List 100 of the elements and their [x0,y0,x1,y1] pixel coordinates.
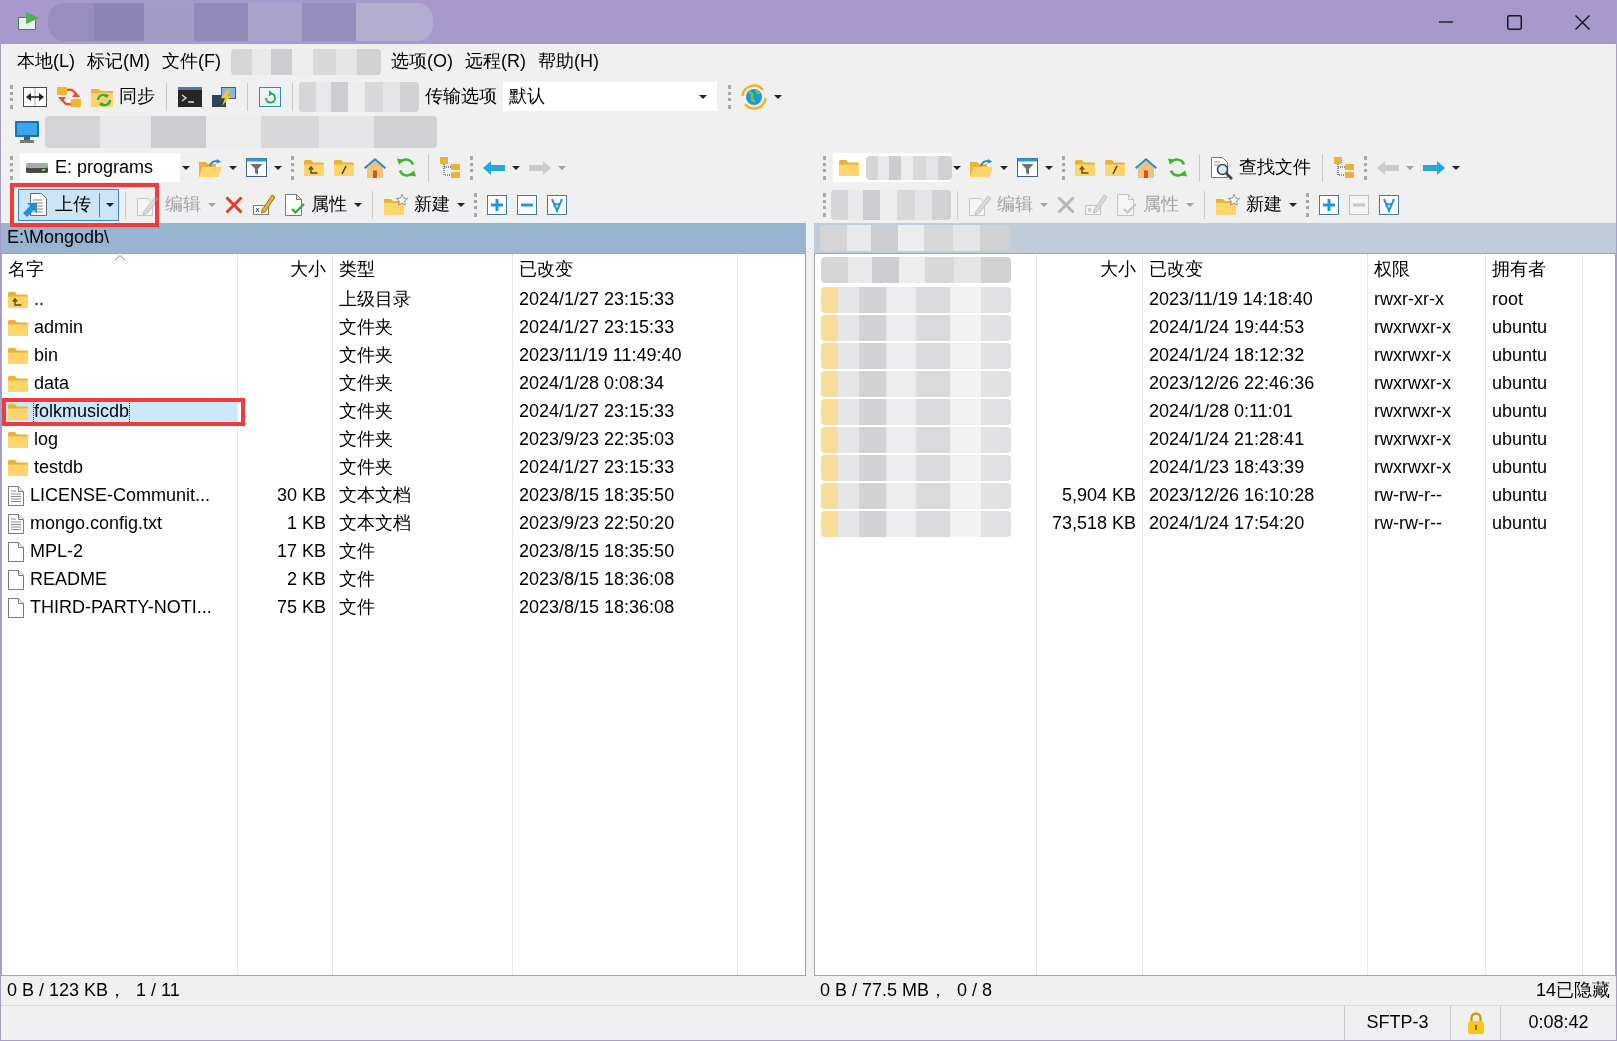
refresh-icon[interactable] [1167,157,1188,178]
path-bar[interactable]: E:\Mongodb\ [1,223,806,253]
file-list-item[interactable]: LICENSE-Communit... [2,482,237,510]
protocol-label: SFTP-3 [1344,1006,1450,1040]
terminal-icon[interactable] [178,86,202,107]
permissions: rwxrwxr-x [1373,428,1452,452]
forall-box-icon[interactable] [1379,194,1399,215]
sync-arrows-icon[interactable] [57,85,81,108]
modified-date: 2024/1/23 18:43:39 [1148,456,1306,480]
plus-box-icon[interactable] [487,194,507,215]
file-type: 文件 [338,540,376,564]
file-list-item[interactable]: bin [2,342,237,370]
menu-item[interactable]: 文件(F) [156,48,227,75]
column-header[interactable]: 大小 [1037,254,1142,286]
cross-icon[interactable] [225,195,243,214]
upload-button[interactable]: 上传 [18,188,119,221]
properties-button[interactable]: 属性 [280,189,352,220]
permissions: rwxrwxr-x [1373,372,1452,396]
drive-dropdown[interactable]: E: programs [20,153,180,182]
file-type: 文本文档 [338,484,412,508]
monitors-lightning-icon[interactable] [212,86,236,107]
monitor-icon[interactable] [15,120,39,143]
transfer-preset-dropdown[interactable]: 默认 [503,82,717,111]
pencil-field-icon[interactable] [253,194,275,215]
filter-icon[interactable] [1017,158,1038,177]
forall-box-icon[interactable] [547,194,567,215]
column-header[interactable]: 已改变 [513,254,737,286]
forward-arrow-icon[interactable] [1423,160,1445,175]
new-button[interactable]: 新建 [1211,189,1287,220]
home-icon[interactable] [1135,157,1157,178]
document-icon [8,570,24,590]
caret-icon[interactable] [774,94,782,99]
folder-icon [8,460,28,476]
menu-item[interactable]: 标记(M) [81,48,156,75]
caret-icon[interactable] [229,165,237,170]
folder-icon [8,348,28,364]
menu-item[interactable]: 帮助(H) [531,48,605,75]
modified-date: 2023/11/19 14:18:40 [1148,288,1314,312]
file-size: 17 KB [275,540,327,564]
caret-icon[interactable] [1045,165,1053,170]
caret-icon[interactable] [699,94,707,99]
file-list-item[interactable]: mongo.config.txt [2,510,237,538]
compare-arrows-icon[interactable] [23,86,47,107]
open-folder-icon[interactable] [199,158,222,177]
owner-name: ubuntu [1491,316,1549,340]
modified-date: 2024/1/28 0:08:34 [518,372,666,396]
tree-icon[interactable] [440,157,460,178]
refresh-icon[interactable] [396,157,417,178]
tree-icon[interactable] [1334,157,1354,178]
document-check-icon [285,193,305,216]
close-icon[interactable] [1574,14,1590,30]
plus-box-icon[interactable] [1319,194,1339,215]
file-list-item[interactable]: data [2,370,237,398]
root-folder-icon[interactable] [1105,159,1125,176]
column-header[interactable]: 拥有者 [1486,254,1582,286]
caret-icon[interactable] [953,165,961,170]
home-icon[interactable] [364,157,386,178]
file-list-item[interactable]: THIRD-PARTY-NOTI... [2,594,237,622]
modified-date: 2023/12/26 16:10:28 [1148,484,1316,508]
caret-icon[interactable] [1289,202,1297,207]
column-header[interactable]: 已改变 [1143,254,1367,286]
padlock-icon [1466,1012,1485,1034]
back-arrow-icon[interactable] [483,160,505,175]
minus-box-icon[interactable] [517,194,537,215]
file-list-item[interactable]: log [2,426,237,454]
menu-item[interactable]: 远程(R) [458,48,532,75]
open-folder-icon[interactable] [970,158,993,177]
root-folder-icon[interactable] [334,159,354,176]
caret-icon[interactable] [182,165,190,170]
find-files-button[interactable]: 查找文件 [1206,152,1316,183]
caret-icon[interactable] [274,165,282,170]
caret-icon[interactable] [1000,165,1008,170]
file-list-item[interactable]: admin [2,314,237,342]
parent-folder-icon[interactable] [1075,159,1095,176]
caret-icon[interactable] [1452,165,1460,170]
menu-item[interactable]: 选项(O) [384,48,459,75]
parent-folder-icon[interactable] [304,159,324,176]
caret-icon[interactable] [512,165,520,170]
column-header[interactable]: 大小 [238,254,332,286]
sync-button[interactable]: 同步 [86,81,160,112]
caret-icon[interactable] [354,202,362,207]
globe-sync-icon[interactable] [741,84,767,109]
maximize-icon[interactable] [1506,14,1522,30]
caret-icon[interactable] [457,202,465,207]
file-list-item[interactable]: testdb [2,454,237,482]
file-type: 文本文档 [338,512,412,536]
new-button[interactable]: 新建 [379,189,455,220]
column-header[interactable]: 名字 [2,254,237,286]
column-header[interactable]: 类型 [333,254,512,286]
file-list-item[interactable]: .. [2,286,237,314]
modified-date: 2024/1/24 19:44:53 [1148,316,1306,340]
window-refresh-icon[interactable] [259,86,281,107]
filter-icon[interactable] [246,158,267,177]
drive-icon [26,162,48,173]
file-list-item[interactable]: README [2,566,237,594]
column-header[interactable]: 权限 [1368,254,1485,286]
app-icon [18,12,40,32]
file-list-item[interactable]: MPL-2 [2,538,237,566]
menu-item[interactable]: 本地(L) [11,48,81,75]
caret-icon[interactable] [106,202,114,207]
